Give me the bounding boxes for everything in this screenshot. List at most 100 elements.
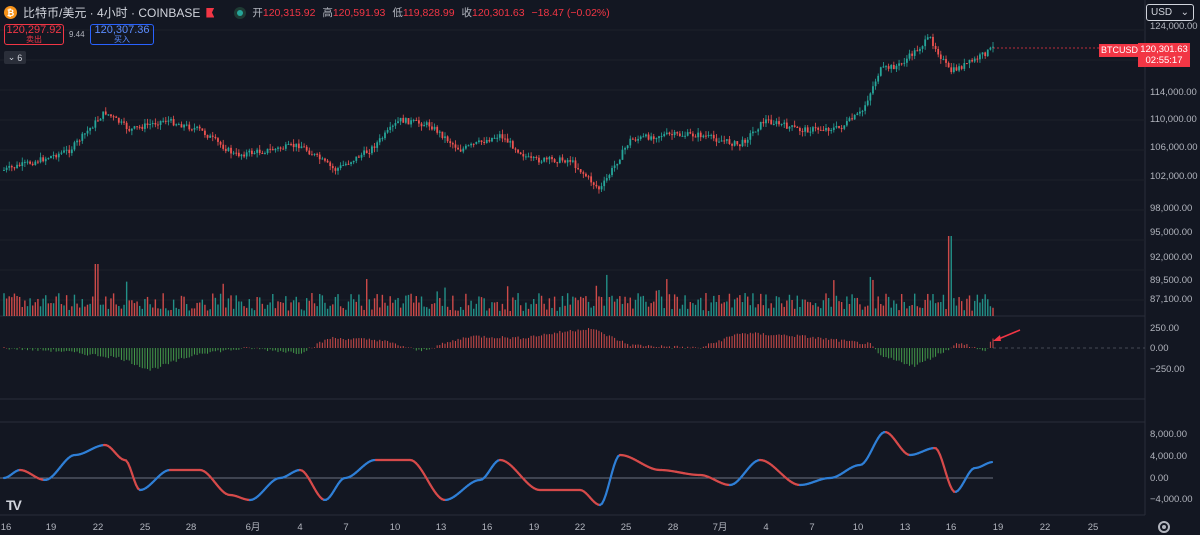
- candle-body: [431, 126, 433, 130]
- volume-bar: [136, 301, 138, 316]
- currency-select[interactable]: USD ⌄: [1146, 4, 1194, 21]
- time-tick: 19: [993, 522, 1004, 533]
- flag-icon[interactable]: [206, 7, 215, 18]
- histogram-bar: [695, 347, 697, 348]
- volume-bar: [731, 307, 733, 316]
- volume-bar: [527, 308, 530, 316]
- histogram-bar: [634, 344, 636, 348]
- histogram-bar: [428, 348, 430, 350]
- candle-body: [658, 136, 660, 139]
- candle-body: [13, 167, 16, 169]
- candle-body: [676, 132, 679, 134]
- histogram-bar: [316, 343, 318, 348]
- candle-body: [840, 127, 843, 129]
- candle-body: [324, 158, 326, 161]
- histogram-bar: [572, 331, 574, 348]
- chart-canvas[interactable]: 124,000.00 114,000.00 110,000.00 106,000.00…: [0, 0, 1200, 535]
- histogram-bar: [608, 335, 610, 348]
- candle-body: [718, 141, 720, 143]
- candle-body: [517, 149, 519, 153]
- histogram-bar: [426, 348, 428, 351]
- volume-bar: [958, 297, 960, 316]
- candle-body: [454, 144, 457, 148]
- volume-bar: [791, 300, 793, 316]
- oscillator-tick: −4,000.00: [1150, 494, 1193, 505]
- volume-bar: [945, 309, 947, 316]
- volume-bar: [919, 307, 921, 316]
- symbol-title[interactable]: 比特币/美元 · 4小时 · COINBASE: [23, 4, 200, 21]
- time-tick: 13: [900, 522, 911, 533]
- candle-body: [295, 143, 298, 148]
- candle-body: [762, 121, 765, 124]
- time-tick: 28: [186, 522, 197, 533]
- volume-bar: [256, 297, 258, 316]
- volume-bar: [598, 296, 600, 316]
- histogram-bar: [63, 348, 65, 352]
- volume-bar: [264, 308, 266, 316]
- candle-body: [553, 159, 556, 163]
- histogram-bar: [473, 335, 475, 348]
- candle-body: [138, 126, 141, 128]
- histogram-bar: [726, 336, 728, 348]
- settings-gear-icon[interactable]: [1158, 521, 1170, 533]
- histogram-bar: [167, 348, 169, 365]
- volume-bar: [843, 308, 845, 316]
- price-tick: 106,000.00: [1150, 142, 1198, 153]
- candle-body: [861, 110, 864, 112]
- tradingview-logo[interactable]: TV: [6, 497, 22, 513]
- volume-bar: [11, 297, 13, 316]
- histogram-bar: [908, 348, 910, 366]
- histogram-bar: [447, 342, 449, 348]
- price-tick: 98,000.00: [1150, 203, 1192, 214]
- volume-bar: [671, 309, 673, 316]
- histogram-bar: [561, 332, 563, 348]
- volume-bar: [462, 309, 464, 316]
- histogram-bar: [342, 339, 344, 348]
- volume-bar: [496, 301, 498, 316]
- candle-body: [522, 154, 525, 157]
- histogram-bar: [238, 348, 240, 350]
- candle-body: [326, 160, 329, 163]
- histogram-bar: [700, 348, 702, 349]
- histogram-bar: [843, 339, 845, 348]
- histogram-bar: [955, 343, 957, 348]
- histogram-bar: [653, 346, 655, 348]
- candle-body: [663, 134, 666, 137]
- candle-body: [175, 124, 178, 126]
- histogram-bar: [773, 335, 775, 348]
- volume-bar: [512, 297, 514, 316]
- histogram-bar: [337, 338, 339, 348]
- candle-body: [198, 126, 201, 129]
- candle-body: [921, 46, 924, 49]
- histogram-bar: [55, 348, 57, 352]
- candle-body: [705, 135, 707, 137]
- sell-button[interactable]: 120,297.92 卖出: [4, 24, 64, 45]
- buy-button[interactable]: 120,307.36 买入: [90, 24, 154, 45]
- candle-body: [723, 140, 726, 142]
- histogram-bar: [413, 348, 415, 349]
- indicators-collapse-button[interactable]: ⌄ 6: [4, 51, 26, 64]
- volume-bar: [574, 297, 577, 316]
- candle-body: [598, 186, 600, 190]
- candle-body: [412, 119, 415, 121]
- candle-body: [436, 126, 439, 133]
- histogram-bar: [89, 348, 91, 355]
- histogram-bar: [533, 335, 535, 348]
- histogram-bar: [809, 337, 811, 348]
- candle-body: [31, 163, 34, 165]
- candle-body: [548, 157, 551, 160]
- candle-body: [736, 141, 739, 145]
- volume-bar: [890, 307, 892, 316]
- candle-body: [702, 135, 705, 138]
- candle-body: [34, 161, 37, 165]
- candle-body: [869, 93, 872, 101]
- volume-bar: [415, 296, 418, 316]
- volume-bar: [869, 276, 872, 316]
- candle-body: [595, 184, 598, 187]
- candle-body: [506, 138, 509, 143]
- histogram-bar: [655, 347, 657, 348]
- candle-body: [248, 150, 251, 153]
- histogram-bar: [969, 347, 971, 348]
- histogram-bar: [267, 348, 269, 352]
- histogram-bar: [139, 348, 141, 368]
